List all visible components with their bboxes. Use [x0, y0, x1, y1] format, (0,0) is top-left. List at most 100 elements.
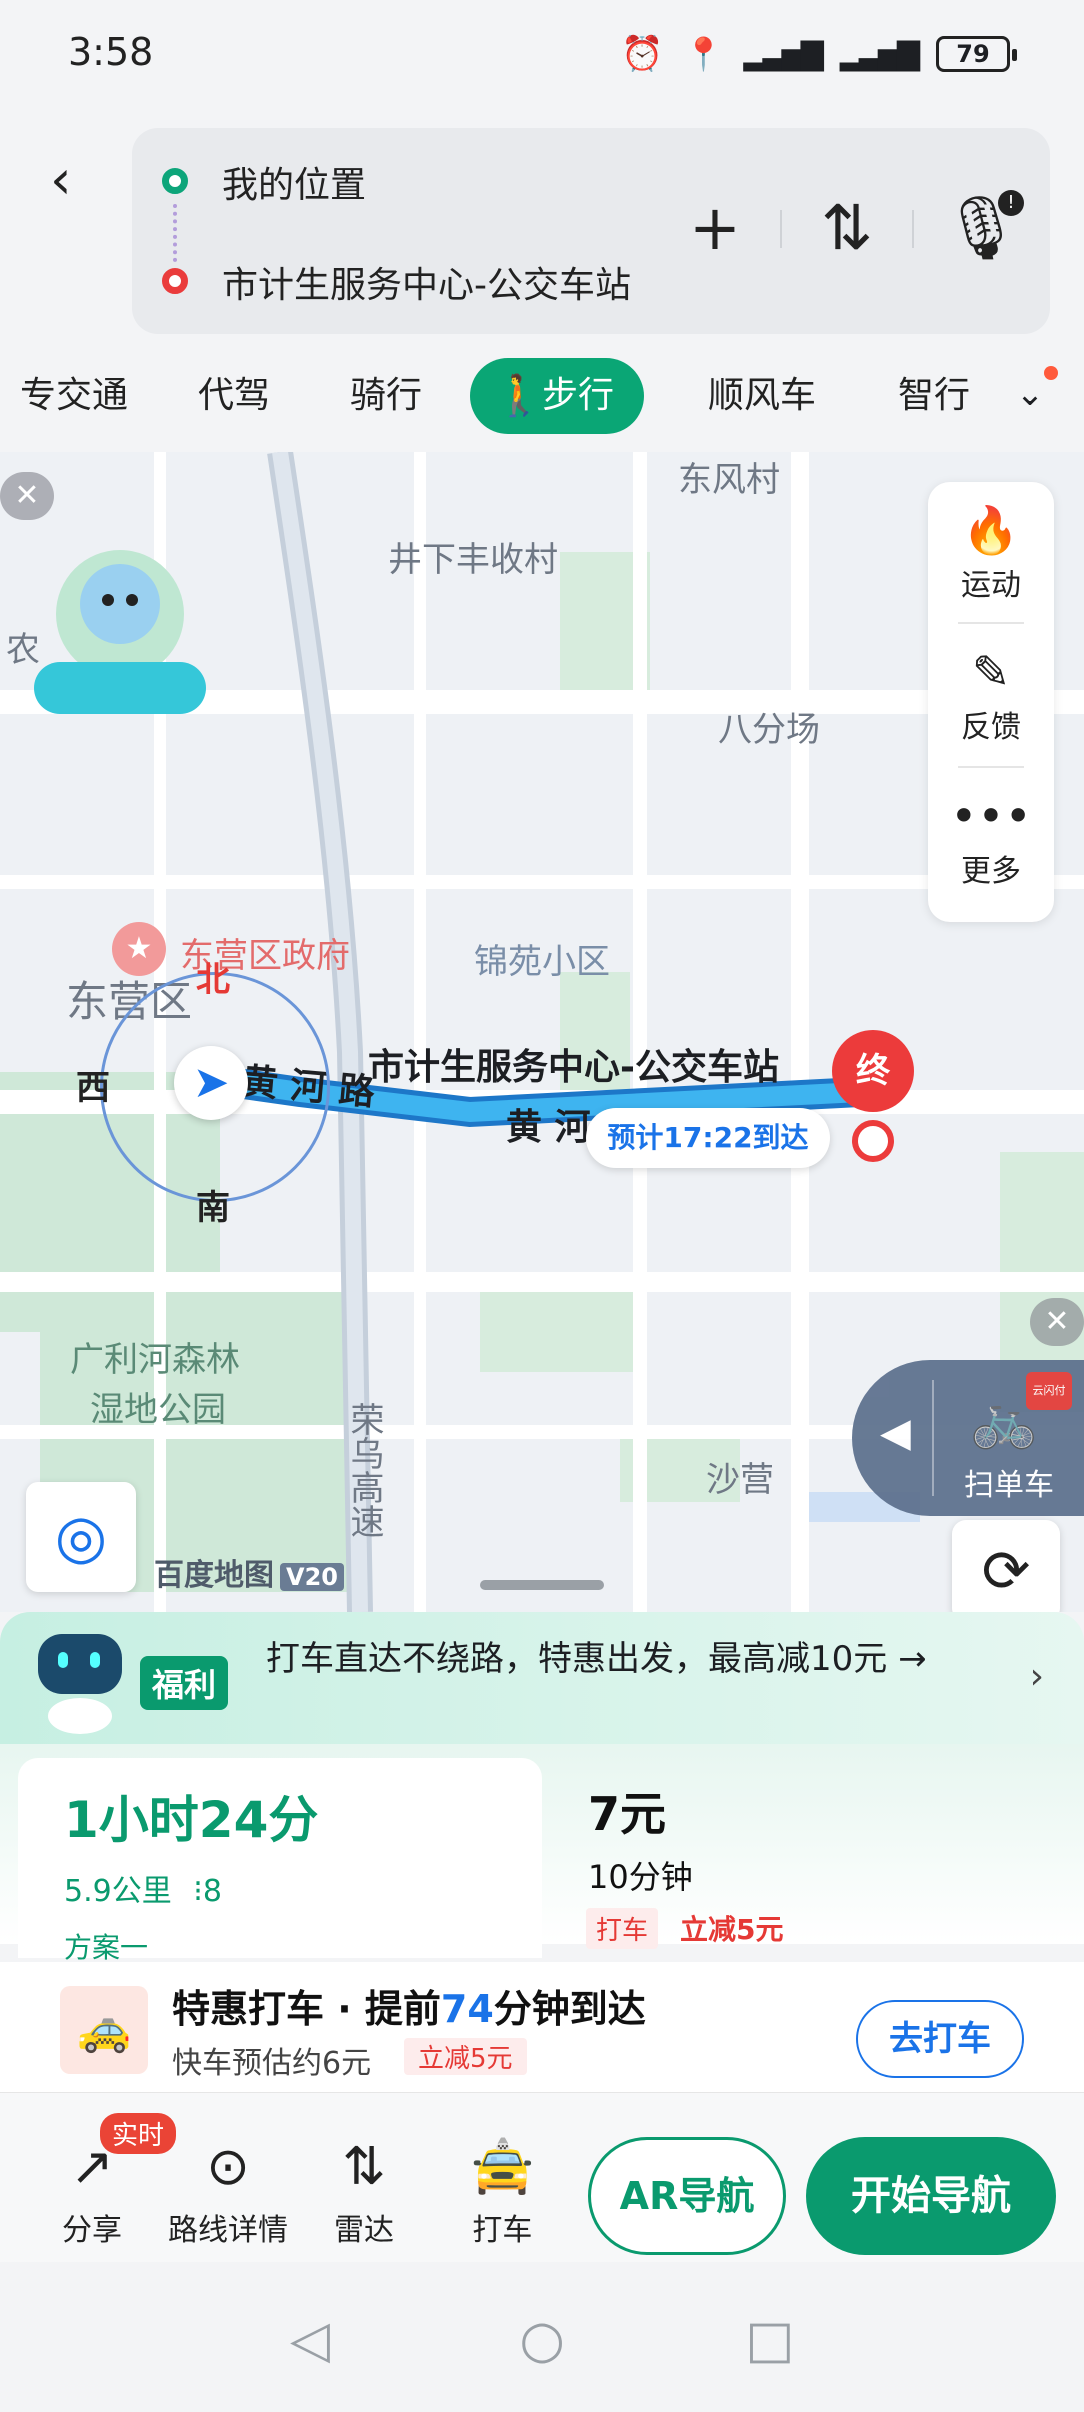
call-taxi-button[interactable]: 去打车 — [856, 2000, 1024, 2078]
chevron-left-icon[interactable]: ◀ — [880, 1410, 911, 1456]
alt-price[interactable]: 7元 — [588, 1778, 666, 1844]
refresh-icon[interactable]: ⟳ — [952, 1520, 1060, 1612]
recents-square-icon[interactable]: □ — [742, 2312, 798, 2368]
taxi-label: 打车 — [472, 2213, 533, 2248]
map-view[interactable]: ✕ 东风村 井下丰收村 农 八分场 东营区政府 ★ 锦苑小区 东营区 黄 河 路… — [0, 452, 1084, 1612]
tab-walking-label: 步行 — [542, 375, 615, 416]
welfare-badge: 福利 — [140, 1656, 229, 1710]
alarm-icon: ⏰ — [621, 34, 664, 74]
mascot-activity-icon[interactable] — [34, 544, 206, 714]
add-waypoint-button[interactable]: + — [680, 188, 750, 268]
taxi-button[interactable]: 🚖 打车 — [470, 2137, 535, 2249]
plan-distance: 5.9公里 — [64, 1874, 172, 1909]
scan-bike-panel[interactable]: ◀ 🚲 云闪付 扫单车 — [852, 1360, 1084, 1516]
promo-text: 打车直达不绕路，特惠出发，最高减10元 → — [266, 1639, 927, 1679]
traffic-light-icon: ⁝ — [193, 1874, 203, 1909]
realtime-badge: 实时 — [100, 2113, 177, 2154]
taxi-title-num: 74 — [440, 1987, 494, 2031]
swap-route-button[interactable]: ⇅ — [812, 188, 882, 268]
map-label: 东风村 — [678, 460, 780, 500]
compass-south: 南 — [196, 1188, 230, 1228]
taxi-discount-tag: 立减5元 — [404, 2038, 527, 2075]
radar-button[interactable]: ⇅ 雷达 — [334, 2137, 394, 2249]
chevron-right-icon: › — [1029, 1656, 1044, 1697]
status-icons: ⏰ 📍 ▂▃▅▇ ▂▃▅▇ 79 — [621, 34, 1017, 74]
back-triangle-icon[interactable]: ◁ — [282, 2312, 338, 2368]
ar-navigation-button[interactable]: AR导航 — [588, 2137, 786, 2255]
alt-taxi-tag: 打车 — [586, 1908, 659, 1949]
map-side-menu: 🔥 运动 ✎ 反馈 ••• 更多 — [928, 482, 1054, 922]
compass-west: 西 — [76, 1068, 110, 1108]
plan-meta: 5.9公里 ⁝8 — [64, 1866, 222, 1910]
plan-duration: 1小时24分 — [64, 1791, 319, 1849]
destination-target-icon — [852, 1120, 894, 1162]
map-label: 农 — [6, 630, 40, 670]
walk-icon: 🚶 — [494, 373, 544, 419]
close-icon[interactable]: ✕ — [1030, 1298, 1084, 1346]
tab-carpool[interactable]: 顺风车 — [708, 358, 816, 434]
map-label: 广利河森林 — [70, 1340, 240, 1380]
tab-transit[interactable]: 专交通 — [20, 358, 128, 434]
chevron-down-icon[interactable]: ⌄ — [1002, 366, 1058, 422]
pencil-icon: ✎ — [971, 645, 1011, 699]
sport-label: 运动 — [961, 568, 1021, 603]
route-details-button[interactable]: ⊙ 路线详情 — [168, 2137, 288, 2249]
share-button[interactable]: ↗ 分享 — [62, 2137, 122, 2249]
flame-icon: 🔥 — [962, 503, 1020, 557]
destination-dot-icon — [162, 268, 188, 294]
map-label: 井下丰收村 — [388, 540, 558, 580]
navigation-arrow-icon: ➤ — [174, 1046, 248, 1120]
logo-version: V20 — [280, 1563, 344, 1591]
scan-bike-label: 扫单车 — [964, 1468, 1054, 1503]
more-label: 更多 — [961, 854, 1021, 889]
plan-card-selected[interactable]: 1小时24分 5.9公里 ⁝8 方案一 — [18, 1758, 542, 1964]
tab-smart-travel[interactable]: 智行 — [898, 358, 970, 434]
sport-button[interactable]: 🔥 运动 — [928, 500, 1054, 604]
tab-walking[interactable]: 🚶 步行 — [470, 358, 645, 434]
divider — [958, 766, 1024, 768]
origin-dot-icon — [162, 168, 188, 194]
radar-icon: ⇅ — [342, 2137, 386, 2197]
taxi-offer-icon: 🚕 — [60, 1986, 148, 2074]
system-nav-bar: ◁ ○ □ — [0, 2262, 1084, 2412]
home-circle-icon[interactable]: ○ — [514, 2312, 570, 2368]
promo-banner[interactable]: 福利 打车直达不绕路，特惠出发，最高减10元 → › — [0, 1612, 1084, 1757]
plan-name: 方案一 — [64, 1931, 149, 1964]
back-button[interactable]: ‹ — [50, 150, 90, 210]
destination-field[interactable]: 市计生服务中心-公交车站 — [222, 256, 631, 308]
divider — [932, 1380, 934, 1496]
road-label: 荣乌高速 — [344, 1402, 384, 1538]
signal-icon-2: ▂▃▅▇ — [839, 36, 920, 72]
sheet-drag-handle[interactable] — [480, 1580, 604, 1590]
travel-mode-tabs: 专交通 代驾 骑行 🚶 步行 顺风车 智行 ⌄ — [0, 352, 1084, 438]
status-bar: 3:58 ⏰ 📍 ▂▃▅▇ ▂▃▅▇ 79 — [0, 0, 1084, 110]
origin-field[interactable]: 我的位置 — [222, 156, 366, 208]
feedback-button[interactable]: ✎ 反馈 — [928, 642, 1054, 746]
map-label: 湿地公园 — [90, 1390, 226, 1430]
location-icon: 📍 — [683, 35, 724, 73]
map-label: 沙营 — [706, 1460, 774, 1500]
route-connector — [173, 204, 177, 262]
more-button[interactable]: ••• 更多 — [928, 786, 1054, 890]
map-label: 锦苑小区 — [474, 942, 610, 982]
signal-icon: ▂▃▅▇ — [743, 36, 823, 72]
close-icon[interactable]: ✕ — [0, 472, 54, 520]
locate-icon[interactable]: ◎ — [26, 1482, 136, 1592]
tab-cycling[interactable]: 骑行 — [350, 358, 422, 434]
taxi-title-post: 分钟到达 — [493, 1987, 646, 2031]
start-navigation-button[interactable]: 开始导航 — [806, 2137, 1056, 2255]
taxi-icon: 🚖 — [470, 2137, 535, 2197]
feedback-label: 反馈 — [961, 710, 1021, 745]
robot-mascot-icon — [38, 1634, 122, 1734]
plan-lights: 8 — [202, 1874, 222, 1909]
plan-options: 1小时24分 5.9公里 ⁝8 方案一 7元 10分钟 打车 立减5元 — [0, 1744, 1084, 1964]
alt-duration: 10分钟 — [588, 1858, 693, 1896]
divider — [958, 622, 1024, 624]
route-sheet: 福利 打车直达不绕路，特惠出发，最高减10元 → › 1小时24分 5.9公里 … — [0, 1612, 1084, 2092]
compass-north: 北 — [196, 960, 230, 1000]
location-pin-icon: ⊙ — [206, 2137, 250, 2197]
route-input-card: 我的位置 市计生服务中心-公交车站 + ⇅ 🎙 ! — [132, 128, 1050, 334]
divider — [912, 210, 914, 248]
end-marker-icon[interactable]: 终 — [832, 1030, 914, 1112]
tab-designated-driver[interactable]: 代驾 — [198, 358, 270, 434]
